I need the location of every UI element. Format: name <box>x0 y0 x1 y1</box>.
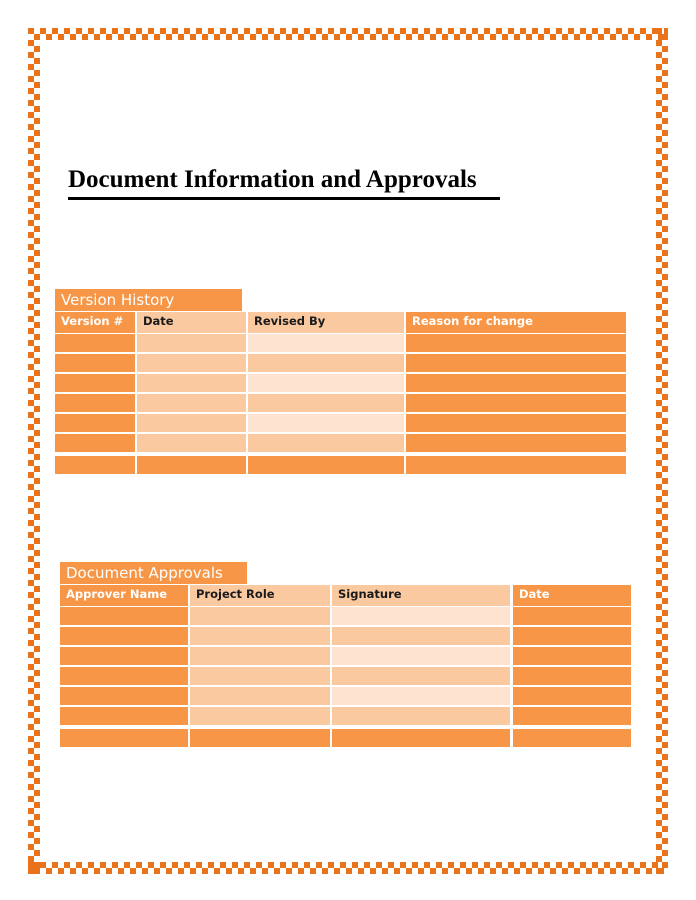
table-cell[interactable] <box>60 729 188 747</box>
table-cell[interactable] <box>248 334 404 352</box>
column-header: Version # <box>55 312 135 333</box>
table-cell[interactable] <box>190 627 330 645</box>
table-cell[interactable] <box>60 667 188 685</box>
table-cell[interactable] <box>55 394 135 412</box>
table-cell[interactable] <box>55 334 135 352</box>
page-border-right <box>656 28 668 874</box>
table-cell[interactable] <box>60 687 188 705</box>
title-underline <box>68 197 500 200</box>
table-cell[interactable] <box>137 374 246 392</box>
table-cell[interactable] <box>406 456 626 474</box>
table-cell[interactable] <box>406 374 626 392</box>
table-cell[interactable] <box>332 687 510 705</box>
table-cell[interactable] <box>406 334 626 352</box>
column-header: Signature <box>332 585 510 606</box>
table-cell[interactable] <box>332 729 510 747</box>
table-cell[interactable] <box>55 434 135 452</box>
table-cell[interactable] <box>248 374 404 392</box>
column-header: Revised By <box>248 312 404 333</box>
table-cell[interactable] <box>513 729 631 747</box>
table-cell[interactable] <box>406 354 626 372</box>
table-cell[interactable] <box>137 456 246 474</box>
table-cell[interactable] <box>248 394 404 412</box>
table-cell[interactable] <box>190 687 330 705</box>
table-cell[interactable] <box>55 414 135 432</box>
table-cell[interactable] <box>332 707 510 725</box>
table-cell[interactable] <box>137 334 246 352</box>
table-cell[interactable] <box>137 434 246 452</box>
table-cell[interactable] <box>55 374 135 392</box>
page-border-bottom <box>28 862 668 874</box>
page-border-left <box>28 28 40 874</box>
table-cell[interactable] <box>137 394 246 412</box>
table-cell[interactable] <box>332 647 510 665</box>
table-cell[interactable] <box>190 707 330 725</box>
table-cell[interactable] <box>513 707 631 725</box>
page-title: Document Information and Approvals <box>68 166 477 193</box>
table-cell[interactable] <box>406 414 626 432</box>
table-cell[interactable] <box>60 627 188 645</box>
table-cell[interactable] <box>190 607 330 625</box>
table-cell[interactable] <box>513 627 631 645</box>
column-header: Reason for change <box>406 312 626 333</box>
column-header: Project Role <box>190 585 330 606</box>
table-cell[interactable] <box>190 647 330 665</box>
table-cell[interactable] <box>248 354 404 372</box>
column-header: Approver Name <box>60 585 188 606</box>
column-header: Date <box>137 312 246 333</box>
document-approvals-label: Document Approvals <box>60 562 247 584</box>
table-cell[interactable] <box>60 647 188 665</box>
table-cell[interactable] <box>55 456 135 474</box>
table-cell[interactable] <box>137 354 246 372</box>
column-header: Date <box>513 585 631 606</box>
table-cell[interactable] <box>248 414 404 432</box>
table-cell[interactable] <box>406 394 626 412</box>
table-cell[interactable] <box>513 687 631 705</box>
table-cell[interactable] <box>190 667 330 685</box>
version-history-label: Version History <box>55 289 242 311</box>
table-cell[interactable] <box>332 607 510 625</box>
table-cell[interactable] <box>513 667 631 685</box>
table-cell[interactable] <box>190 729 330 747</box>
table-cell[interactable] <box>406 434 626 452</box>
table-cell[interactable] <box>513 607 631 625</box>
table-cell[interactable] <box>332 667 510 685</box>
table-cell[interactable] <box>332 627 510 645</box>
table-cell[interactable] <box>513 647 631 665</box>
table-cell[interactable] <box>55 354 135 372</box>
table-cell[interactable] <box>60 607 188 625</box>
table-cell[interactable] <box>137 414 246 432</box>
table-cell[interactable] <box>248 456 404 474</box>
page-border-top <box>28 28 668 40</box>
table-cell[interactable] <box>248 434 404 452</box>
table-cell[interactable] <box>60 707 188 725</box>
